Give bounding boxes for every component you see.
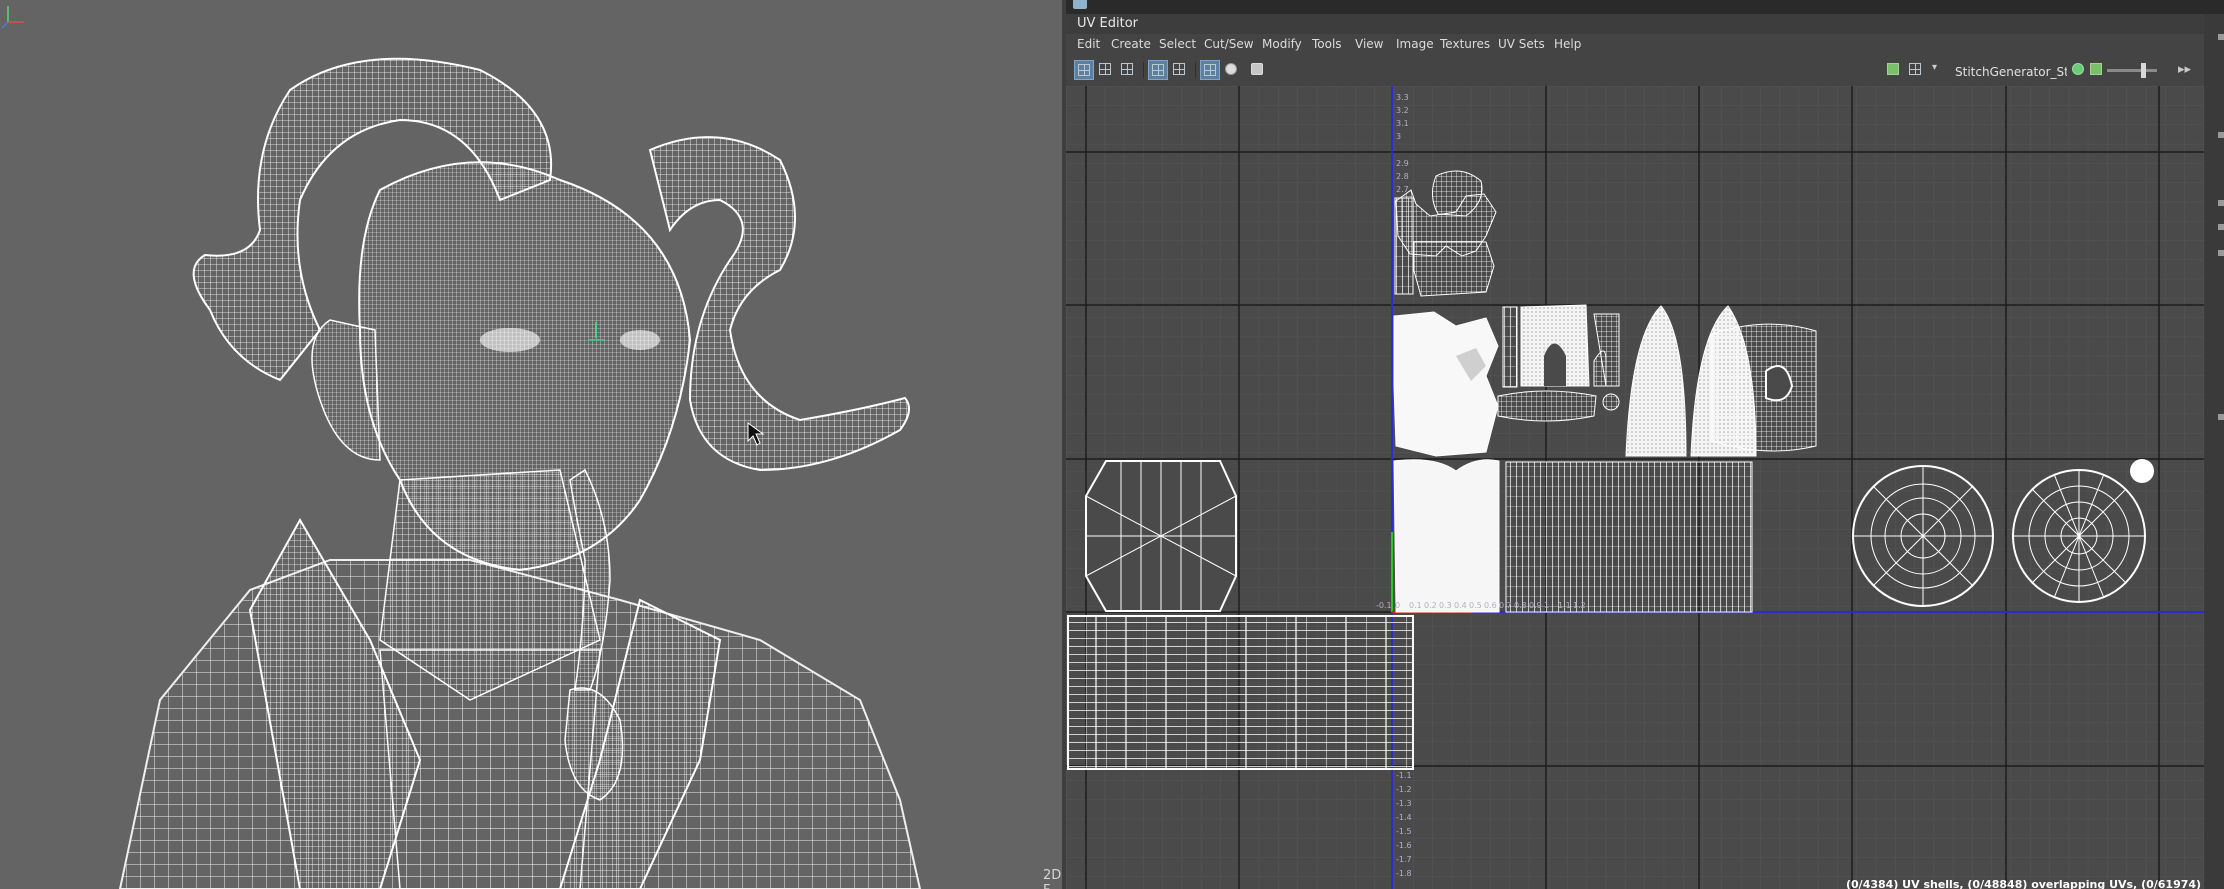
side-strip-marker: [2218, 34, 2224, 40]
disc-shell-1: [1852, 465, 1994, 607]
menu-select[interactable]: Select: [1159, 34, 1196, 54]
distortion-button[interactable]: [1096, 60, 1116, 80]
svg-text:0.8: 0.8: [1514, 601, 1527, 610]
texture-borders-button[interactable]: [1118, 60, 1138, 80]
window-top-strip: [1066, 0, 2224, 14]
svg-text:1.1: 1.1: [1558, 601, 1571, 610]
display-image-icon: [1887, 63, 1899, 75]
pixel-snap-icon: [1225, 63, 1237, 75]
checker-button[interactable]: [1148, 60, 1168, 80]
svg-text:2.7: 2.7: [1396, 185, 1409, 194]
slider-handle[interactable]: [2141, 63, 2146, 78]
isolate-icon: [1173, 63, 1185, 75]
toolbar-overflow-icon[interactable]: ▸▸: [2178, 62, 2191, 77]
menu-view[interactable]: View: [1355, 34, 1383, 54]
side-strip-marker: [2218, 414, 2224, 420]
display-image-button[interactable]: [1884, 60, 1904, 80]
perspective-viewport[interactable]: 2D F: [0, 0, 1062, 889]
toolbar-separator: [1195, 62, 1196, 78]
side-strip-marker: [2218, 224, 2224, 230]
svg-text:0.3: 0.3: [1439, 601, 1452, 610]
texture-borders-icon: [1121, 63, 1133, 75]
svg-text:0.7: 0.7: [1499, 601, 1512, 610]
image-brightness-slider[interactable]: [2107, 69, 2157, 72]
svg-text:0.6: 0.6: [1484, 601, 1497, 610]
svg-text:2.8: 2.8: [1396, 172, 1409, 181]
image-button[interactable]: [2087, 60, 2107, 80]
svg-text:0.9: 0.9: [1529, 601, 1542, 610]
snapshot-icon: [1251, 63, 1263, 75]
uv-toolbar: ▾ StitchGenerator_Stitch ▸▸: [1066, 54, 2204, 86]
image-icon: [2090, 63, 2102, 75]
snapshot-button[interactable]: [1248, 60, 1268, 80]
svg-text:-1.4: -1.4: [1396, 813, 1412, 822]
side-strip-marker: [2218, 250, 2224, 256]
isolate-button[interactable]: [1170, 60, 1190, 80]
svg-text:3.1: 3.1: [1396, 119, 1409, 128]
menu-edit[interactable]: Edit: [1077, 34, 1100, 54]
viewport-camera-label: 2D F: [1043, 868, 1062, 889]
svg-text:3.3: 3.3: [1396, 93, 1409, 102]
shaded-uv-icon: [1078, 64, 1090, 76]
chevron-down-icon: ▾: [1932, 62, 1938, 73]
distortion-icon: [1099, 63, 1111, 75]
svg-text:1.2: 1.2: [1573, 601, 1586, 610]
uv-editor-title: UV Editor: [1066, 14, 2204, 34]
shader-name-label[interactable]: StitchGenerator_Stitch: [1955, 65, 2067, 79]
shaded-uv-button[interactable]: [1074, 60, 1094, 80]
dim-image-icon: [1909, 63, 1921, 75]
menu-help[interactable]: Help: [1554, 34, 1581, 54]
wireframe-character: [118, 57, 922, 889]
svg-text:-1.8: -1.8: [1396, 869, 1412, 878]
svg-text:3: 3: [1396, 132, 1401, 141]
svg-text:-0.1: -0.1: [1376, 601, 1392, 610]
menu-modify[interactable]: Modify: [1262, 34, 1302, 54]
svg-text:1: 1: [1544, 601, 1549, 610]
axis-gizmo-icon: [1, 6, 24, 29]
toolbar-separator: [1143, 62, 1144, 78]
svg-text:-1.2: -1.2: [1396, 785, 1412, 794]
menu-create[interactable]: Create: [1111, 34, 1151, 54]
svg-text:0.1: 0.1: [1409, 601, 1422, 610]
menu-tools[interactable]: Tools: [1312, 34, 1342, 54]
shader-button[interactable]: [2069, 60, 2089, 80]
svg-text:-1.5: -1.5: [1396, 827, 1412, 836]
filter-dropdown-button[interactable]: ▾: [1926, 60, 1946, 80]
uv-editor-panel: UV Editor Edit Create Select Cut/Sew Mod…: [1066, 0, 2224, 889]
svg-text:0: 0: [1395, 601, 1400, 610]
svg-text:-1.7: -1.7: [1396, 855, 1412, 864]
uv-grid: 3.3 3.2 3.1 3 2.9 2.8 2.7 -1.1 -1.2 -1.3…: [1066, 86, 2204, 889]
app-icon: [1073, 0, 1087, 9]
menu-textures[interactable]: Textures: [1440, 34, 1490, 54]
pixel-snap-button[interactable]: [1222, 60, 1242, 80]
svg-text:0.2: 0.2: [1424, 601, 1437, 610]
menu-uv-sets[interactable]: UV Sets: [1498, 34, 1545, 54]
side-strip-marker: [2218, 132, 2224, 138]
uv-texture-canvas[interactable]: 3.3 3.2 3.1 3 2.9 2.8 2.7 -1.1 -1.2 -1.3…: [1066, 86, 2204, 889]
svg-text:-1.6: -1.6: [1396, 841, 1412, 850]
svg-text:-1.3: -1.3: [1396, 799, 1412, 808]
checker-icon: [1152, 64, 1164, 76]
shader-icon: [2072, 63, 2084, 75]
grid-toggle-button[interactable]: [1200, 60, 1220, 80]
svg-text:0.5: 0.5: [1469, 601, 1482, 610]
grid-toggle-icon: [1204, 64, 1216, 76]
uv-status-readout: (0/4384) UV shells, (0/48848) overlappin…: [1846, 878, 2204, 889]
side-strip-marker: [2218, 200, 2224, 206]
svg-text:3.2: 3.2: [1396, 106, 1409, 115]
menu-cut-sew[interactable]: Cut/Sew: [1204, 34, 1254, 54]
dim-image-button[interactable]: [1906, 60, 1926, 80]
menu-image[interactable]: Image: [1396, 34, 1434, 54]
svg-text:0.4: 0.4: [1454, 601, 1467, 610]
svg-text:2.9: 2.9: [1396, 159, 1409, 168]
svg-text:-1.1: -1.1: [1396, 771, 1412, 780]
uv-menubar: Edit Create Select Cut/Sew Modify Tools …: [1066, 34, 2204, 54]
attribute-side-strip: [2204, 14, 2224, 889]
